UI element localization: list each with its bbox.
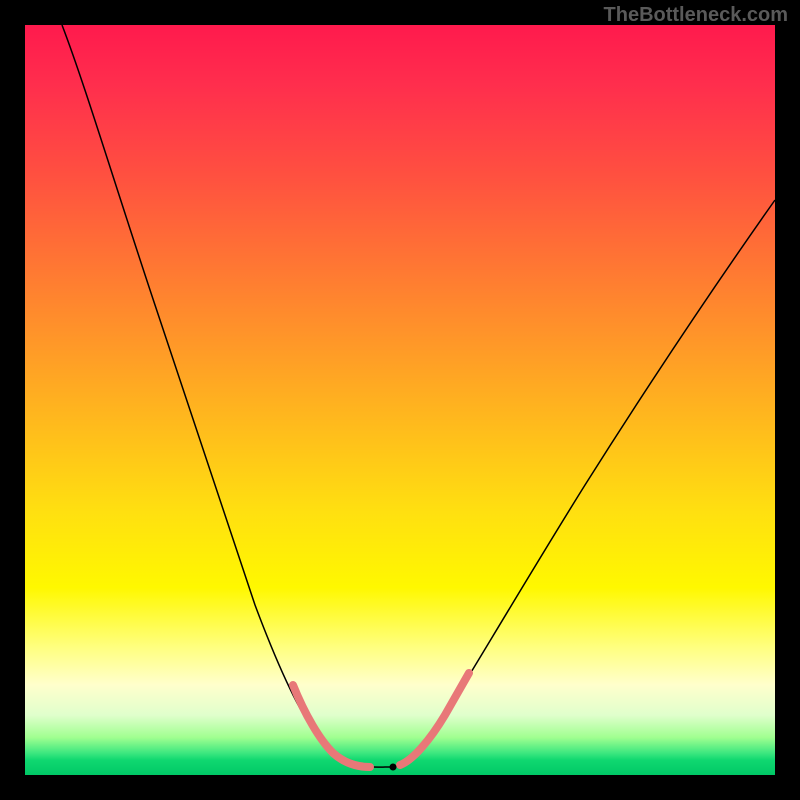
watermark-text: TheBottleneck.com: [604, 4, 788, 27]
optimal-range-right: [400, 673, 469, 765]
optimal-range-left: [293, 685, 370, 767]
chart-svg: [25, 25, 775, 775]
chart-container: [25, 25, 775, 775]
bottleneck-curve: [62, 25, 775, 767]
minimum-point: [390, 764, 397, 771]
